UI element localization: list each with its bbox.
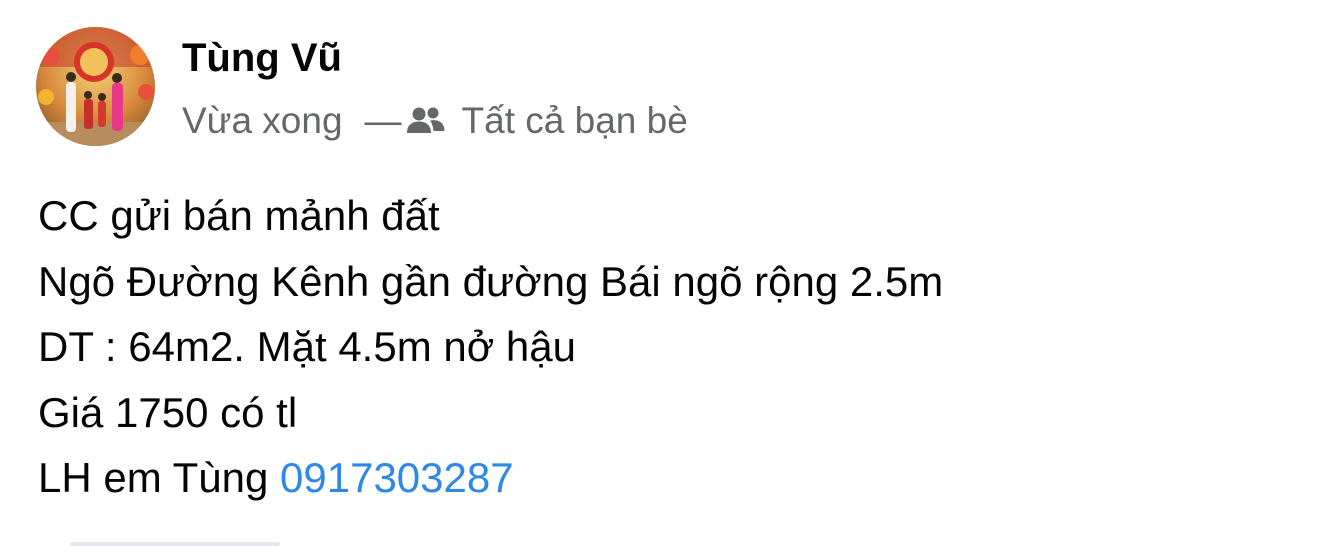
post-text: CC gửi bán mảnh đất Ngõ Đường Kênh gần đ…	[38, 183, 1298, 511]
post-text-line-contact: LH em Tùng 0917303287	[38, 445, 1298, 511]
phone-link[interactable]: 0917303287	[280, 454, 514, 501]
post-text-line: DT : 64m2. Mặt 4.5m nở hậu	[38, 323, 577, 370]
post-timestamp[interactable]: Vừa xong	[182, 100, 343, 142]
post-text-line: Ngõ Đường Kênh gần đường Bái ngõ rộng 2.…	[38, 257, 944, 305]
bottom-divider	[70, 542, 280, 546]
contact-prefix: LH em Tùng	[38, 454, 281, 501]
post-card: Tùng Vũ Vừa xong — Tất cả bạn bè CC gửi …	[0, 0, 1320, 546]
meta-separator: —	[364, 100, 402, 141]
avatar-photo	[36, 27, 155, 146]
post-text-line: Giá 1750 có tl	[38, 388, 298, 436]
friends-icon[interactable]	[406, 106, 446, 136]
post-meta: Vừa xong — Tất cả bạn bè	[182, 97, 688, 145]
audience-label[interactable]: Tất cả bạn bè	[462, 100, 688, 142]
author-avatar[interactable]	[36, 27, 155, 146]
post-text-line: CC gửi bán mảnh đất	[38, 192, 440, 239]
author-name[interactable]: Tùng Vũ	[182, 34, 342, 82]
